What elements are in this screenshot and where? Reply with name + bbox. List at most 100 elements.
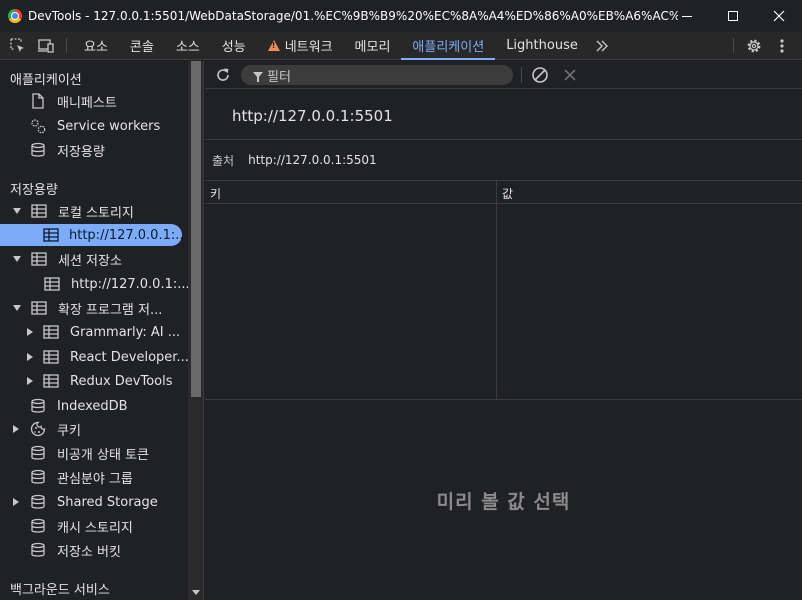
toolbar-divider (733, 38, 734, 53)
scrollbar-thumb[interactable] (191, 61, 201, 397)
filter-placeholder: 필터 (267, 69, 291, 85)
expand-arrow-icon[interactable] (13, 498, 19, 506)
tab-performance[interactable]: 성능 (211, 32, 257, 59)
maximize-button[interactable] (710, 0, 756, 32)
clear-all-button[interactable] (531, 66, 549, 84)
scroll-down-arrow-icon[interactable] (192, 590, 200, 595)
storage-main-panel: 필터 http://127.0.0.1:5501 출처 http://127.0… (205, 61, 802, 600)
sidebar-item-label: 쿠키 (57, 423, 81, 439)
filter-input[interactable]: 필터 (241, 65, 513, 85)
sidebar-item-private-state-tokens[interactable]: 비공개 상태 토큰 (29, 442, 149, 464)
sidebar-item-label: 세션 저장소 (58, 253, 122, 269)
sidebar-item-extension-storage[interactable]: 확장 프로그램 저... (13, 297, 162, 319)
expand-arrow-icon[interactable] (27, 353, 33, 361)
close-icon (564, 69, 576, 81)
sidebar-item-storage-buckets[interactable]: 저장소 버킷 (29, 539, 121, 561)
expand-arrow-icon[interactable] (27, 328, 33, 336)
filter-icon (253, 72, 263, 82)
sidebar-item-cache-storage[interactable]: 캐시 스토리지 (29, 515, 133, 537)
window-title: DevTools - 127.0.0.1:5501/WebDataStorage… (28, 9, 678, 23)
origin-label: 출처 (212, 153, 235, 168)
tab-console[interactable]: 콘솔 (119, 32, 165, 59)
device-toolbar-button[interactable] (32, 32, 60, 59)
sidebar-item-cookies[interactable]: 쿠키 (13, 418, 81, 440)
database-icon (29, 468, 47, 486)
tab-elements[interactable]: 요소 (73, 32, 119, 59)
table-icon (43, 226, 59, 244)
sidebar-item-label: http://127.0.0.1:... (71, 276, 188, 292)
expand-arrow-icon[interactable] (13, 425, 19, 433)
settings-button[interactable] (740, 32, 768, 59)
cookie-icon (29, 420, 47, 438)
file-icon (29, 92, 47, 110)
section-header-background-services: 백그라운드 서비스 (10, 583, 110, 598)
sidebar-item-ext-react[interactable]: React Developer... (27, 346, 188, 368)
column-header-key[interactable]: 키 (210, 185, 221, 202)
database-icon (29, 444, 47, 462)
sidebar-item-local-storage-origin[interactable]: http://127.0.0.1:... (0, 224, 188, 246)
database-icon (29, 517, 47, 535)
inspect-element-button[interactable] (4, 32, 32, 59)
sidebar-item-service-workers[interactable]: Service workers (29, 115, 160, 137)
section-header-storage: 저장용량 (10, 183, 58, 198)
sidebar-item-ext-redux[interactable]: Redux DevTools (27, 370, 173, 392)
sidebar-item-session-storage-origin[interactable]: http://127.0.0.1:... (43, 273, 188, 295)
table-icon (30, 202, 48, 220)
sidebar-item-interest-groups[interactable]: 관심분야 그룹 (29, 466, 133, 488)
tab-label: 성능 (221, 40, 246, 55)
sidebar-item-label: http://127.0.0.1:... (69, 227, 188, 243)
sidebar-item-shared-storage[interactable]: Shared Storage (13, 491, 158, 513)
customize-menu-button[interactable] (768, 32, 796, 59)
chrome-logo-icon (8, 9, 22, 23)
gear-icon (747, 39, 761, 52)
more-tabs-button[interactable] (589, 32, 615, 59)
tab-application[interactable]: 애플리케이션 (401, 32, 495, 60)
tab-lighthouse[interactable]: Lighthouse (495, 32, 589, 59)
application-sidebar: 애플리케이션 매니페스트 Service workers 저장용량 저장용량 로… (0, 61, 188, 600)
sidebar-item-label: IndexedDB (57, 398, 128, 414)
expand-arrow-icon[interactable] (13, 256, 21, 262)
sidebar-item-indexeddb[interactable]: IndexedDB (29, 395, 128, 417)
database-icon (29, 141, 47, 159)
sidebar-item-manifest[interactable]: 매니페스트 (29, 90, 117, 112)
sidebar-item-label: 저장소 버킷 (57, 544, 121, 560)
inspect-icon (10, 37, 24, 52)
minimize-icon (682, 15, 692, 17)
sidebar-item-label: 캐시 스토리지 (57, 520, 133, 536)
sidebar-item-storage[interactable]: 저장용량 (29, 139, 105, 161)
expand-arrow-icon[interactable] (13, 208, 21, 214)
sidebar-item-local-storage[interactable]: 로컬 스토리지 (13, 200, 134, 222)
close-window-button[interactable] (756, 0, 802, 32)
tab-sources[interactable]: 소스 (165, 32, 211, 59)
tab-memory[interactable]: 메모리 (344, 32, 402, 59)
block-icon (532, 67, 548, 83)
double-chevron-right-icon (596, 40, 608, 51)
tab-label: 콘솔 (129, 40, 154, 55)
delete-selected-button[interactable] (563, 68, 577, 82)
table-icon (43, 275, 61, 293)
sidebar-scrollbar[interactable] (188, 61, 204, 600)
expand-arrow-icon[interactable] (27, 377, 33, 385)
tab-label: 메모리 (354, 40, 391, 55)
refresh-icon (217, 68, 229, 81)
table-icon (42, 323, 60, 341)
sidebar-item-label: React Developer... (70, 349, 188, 365)
tab-label: 네트워크 (284, 40, 333, 55)
refresh-button[interactable] (214, 66, 232, 84)
sidebar-item-ext-grammarly[interactable]: Grammarly: AI ... (27, 321, 180, 343)
origin-value: http://127.0.0.1:5501 (248, 153, 377, 167)
sidebar-item-label: Grammarly: AI ... (70, 324, 181, 340)
key-value-table[interactable]: 키 값 (205, 181, 802, 400)
column-header-value[interactable]: 값 (502, 185, 513, 202)
minimize-button[interactable] (664, 0, 710, 32)
table-icon (30, 250, 48, 268)
sidebar-item-label: Service workers (57, 118, 161, 134)
database-icon (29, 397, 47, 415)
column-divider[interactable] (496, 181, 497, 400)
database-icon (29, 541, 47, 559)
sidebar-item-session-storage[interactable]: 세션 저장소 (13, 248, 122, 270)
sidebar-item-label: 확장 프로그램 저... (58, 302, 163, 318)
tab-network[interactable]: 네트워크 (257, 32, 344, 59)
expand-arrow-icon[interactable] (13, 305, 21, 311)
gears-icon (29, 117, 47, 135)
